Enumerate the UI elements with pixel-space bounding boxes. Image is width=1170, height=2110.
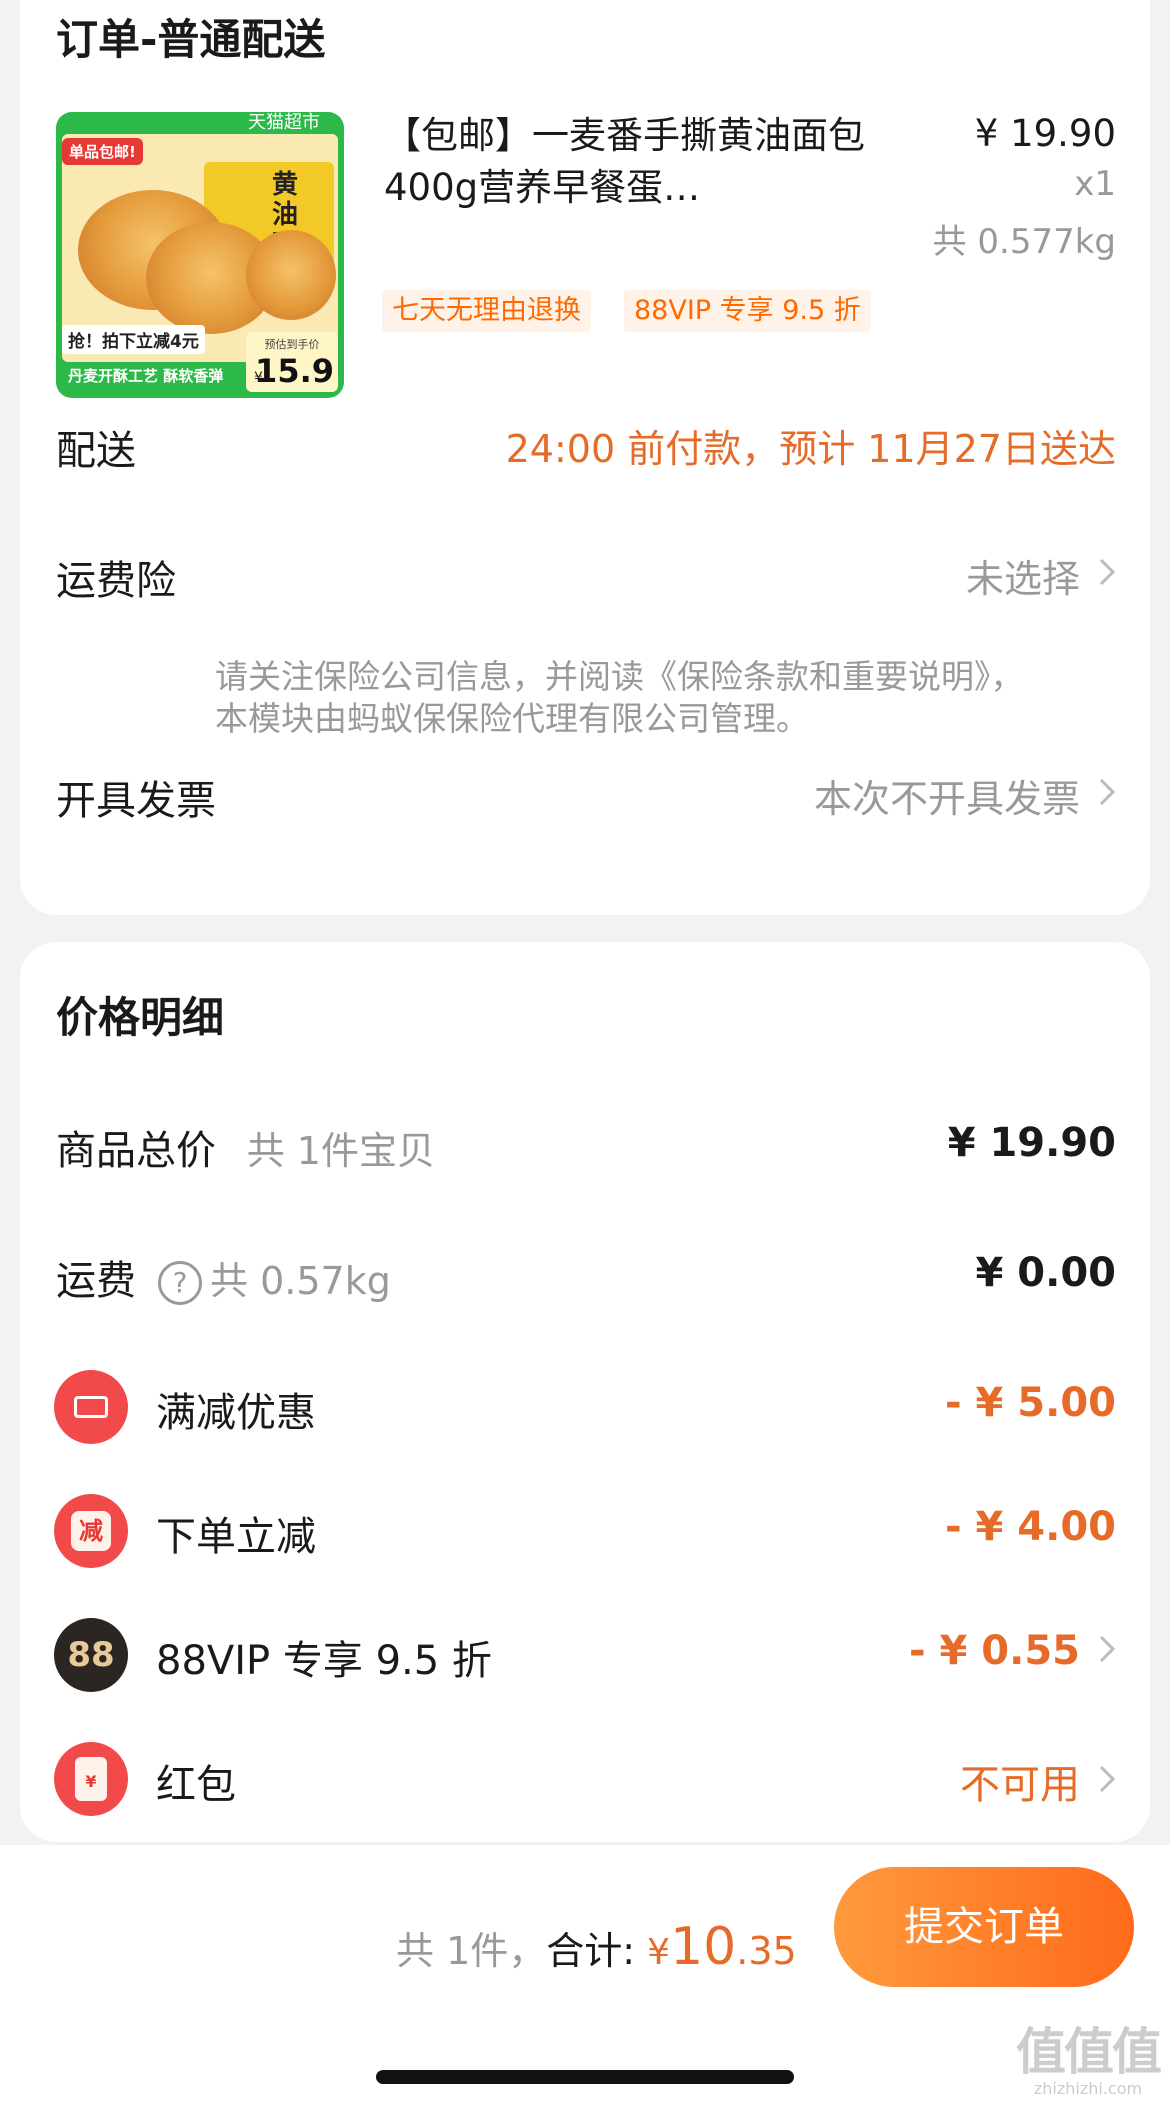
price-detail-card: 价格明细 商品总价 共 1件宝贝 ¥ 19.90 运费? 共 0.57kg ¥ 0… <box>20 942 1150 1842</box>
product-weight: 共 0.577kg <box>932 222 1116 262</box>
product-price: ¥ 19.90 <box>974 112 1116 155</box>
watermark-text: 值值值 <box>1016 2023 1162 2081</box>
chevron-right-icon <box>1098 1764 1116 1798</box>
vip-discount-label: 88VIP 专享 9.5 折 <box>156 1638 492 1684</box>
invoice-row[interactable]: 开具发票 本次不开具发票 <box>20 760 1150 840</box>
watermark-url: zhizhizhi.com <box>1033 2079 1143 2098</box>
store-label: 天猫超市 <box>248 112 320 133</box>
product-name[interactable]: 【包邮】一麦番手撕黄油面包400g营养早餐蛋… <box>384 110 884 214</box>
red-packet-value: 不可用 <box>960 1762 1080 1808</box>
red-packet-label: 红包 <box>156 1762 236 1808</box>
shipping-fee-label-text: 运费 <box>56 1258 136 1304</box>
total-amount-decimal: .35 <box>736 1929 797 1973</box>
instant-reduction-label: 下单立减 <box>156 1514 316 1560</box>
delivery-label: 配送 <box>56 428 136 474</box>
shipping-weight: 共 0.57kg <box>210 1259 391 1303</box>
vip-discount-tag: 88VIP 专享 9.5 折 <box>624 290 871 332</box>
product-image[interactable]: 天猫超市 黄油面包 单品包邮! 抢！拍下立减4元 丹麦开酥工艺 酥软香弹 预估到… <box>56 112 344 398</box>
instant-reduction-value: - ¥ 4.00 <box>945 1504 1116 1550</box>
insurance-note: 请关注保险公司信息，并阅读《保险条款和重要说明》，本模块由蚂蚁保保险代理有限公司… <box>215 657 1024 738</box>
red-packet-row[interactable]: ¥ 红包 不可用 <box>20 1734 1150 1824</box>
chevron-right-icon <box>1098 776 1116 816</box>
item-count: 共 1件， <box>396 1929 547 1973</box>
submit-order-button[interactable]: 提交订单 <box>834 1867 1134 1987</box>
chevron-right-icon <box>1098 556 1116 596</box>
invoice-label: 开具发票 <box>56 778 216 824</box>
total-amount-integer: 10 <box>670 1917 737 1977</box>
estimated-price: 15.9 <box>255 352 334 390</box>
instant-reduction-icon-text: 减 <box>71 1511 111 1551</box>
promo-text: 抢！拍下立减4元 <box>62 325 205 354</box>
red-packet-value-group: 不可用 <box>960 1752 1116 1810</box>
order-card: 订单-普通配送 天猫超市 黄油面包 单品包邮! 抢！拍下立减4元 丹麦开酥工艺 … <box>20 0 1150 915</box>
items-count: 共 1件宝贝 <box>246 1129 435 1173</box>
full-reduction-label: 满减优惠 <box>156 1390 316 1436</box>
items-total-label-text: 商品总价 <box>56 1128 216 1174</box>
order-section-title: 订单-普通配送 <box>56 15 326 64</box>
shipping-insurance-value-group: 未选择 <box>966 548 1116 603</box>
invoice-value: 本次不开具发票 <box>813 777 1080 821</box>
craft-text: 丹麦开酥工艺 酥软香弹 <box>68 367 224 385</box>
vip-discount-row[interactable]: 88 88VIP 专享 9.5 折 - ¥ 0.55 <box>20 1610 1150 1700</box>
coupon-icon <box>54 1370 128 1444</box>
total-currency: ¥ <box>647 1932 671 1973</box>
total-label: 合计: <box>546 1929 636 1973</box>
vip-discount-value-group: - ¥ 0.55 <box>909 1628 1116 1674</box>
home-indicator[interactable] <box>376 2070 794 2084</box>
instant-reduction-icon: 减 <box>54 1494 128 1568</box>
red-packet-icon-text: ¥ <box>75 1757 107 1801</box>
price-detail-title: 价格明细 <box>56 993 225 1042</box>
estimated-price-label: 预估到手价 <box>264 338 320 351</box>
items-total-label: 商品总价 共 1件宝贝 <box>56 1118 435 1176</box>
delivery-estimate: 24:00 前付款，预计 11月27日送达 <box>505 427 1116 471</box>
product-quantity: x1 <box>1074 164 1116 204</box>
full-reduction-value: - ¥ 5.00 <box>945 1380 1116 1426</box>
chevron-right-icon <box>1098 1634 1116 1668</box>
shipping-insurance-label: 运费险 <box>56 558 176 604</box>
invoice-value-group: 本次不开具发票 <box>814 768 1116 823</box>
vip-discount-value: - ¥ 0.55 <box>909 1628 1080 1674</box>
shipping-fee-value: ¥ 0.00 <box>975 1250 1116 1296</box>
return-policy-tag: 七天无理由退换 <box>382 290 591 332</box>
shipping-fee-label: 运费? 共 0.57kg <box>56 1248 391 1306</box>
estimated-price-box: 预估到手价 ¥ 15.9 <box>246 332 338 392</box>
red-packet-icon: ¥ <box>54 1742 128 1816</box>
watermark-logo: 值值值 zhizhizhi.com <box>1016 2023 1162 2098</box>
shipping-insurance-value: 未选择 <box>965 557 1080 601</box>
help-icon[interactable]: ? <box>158 1261 202 1305</box>
order-total-summary: 共 1件，合计: ¥10.35 <box>396 1917 797 1977</box>
vip-88-icon: 88 <box>54 1618 128 1692</box>
bread-image <box>246 230 336 320</box>
items-total-value: ¥ 19.90 <box>947 1120 1116 1166</box>
free-shipping-badge: 单品包邮! <box>62 138 143 165</box>
